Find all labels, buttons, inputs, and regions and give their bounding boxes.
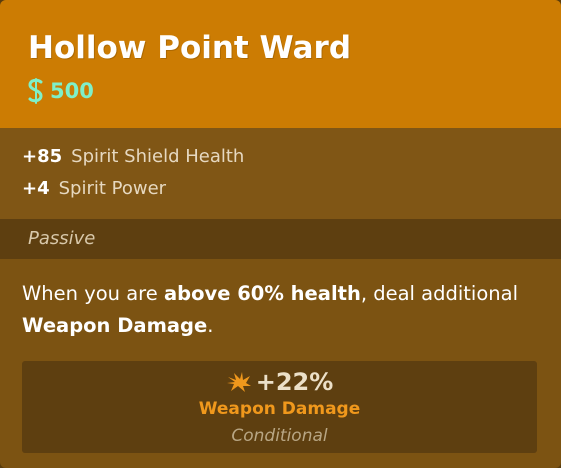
item-tooltip-card: Hollow Point Ward 500 +85 Spirit Shield H… <box>0 0 561 468</box>
desc-highlight: Weapon Damage <box>22 314 208 337</box>
desc-text: , deal additional <box>360 282 519 305</box>
effect-condition: Conditional <box>231 426 328 446</box>
effect-name: Weapon Damage <box>198 399 361 419</box>
effect-box: +22% Weapon Damage Conditional <box>22 361 537 453</box>
stat-row: +85 Spirit Shield Health <box>22 146 244 167</box>
stat-label: Spirit Power <box>58 178 167 199</box>
desc-text: When you are <box>22 282 164 305</box>
item-cost: 500 <box>27 77 94 105</box>
effect-value-row: +22% <box>22 367 537 397</box>
item-name: Hollow Point Ward <box>28 30 352 66</box>
stat-label: Spirit Shield Health <box>71 146 245 167</box>
souls-currency-icon <box>28 78 43 104</box>
effect-value: +22% <box>255 368 334 396</box>
passive-header: Passive <box>0 219 561 259</box>
item-cost-value: 500 <box>50 79 94 103</box>
passive-label: Passive <box>28 228 96 249</box>
weapon-damage-icon <box>226 372 251 392</box>
desc-highlight: above 60% health <box>163 282 361 305</box>
stat-value: +4 <box>22 178 50 199</box>
desc-text: . <box>207 314 214 337</box>
stat-value: +85 <box>22 146 63 167</box>
stat-row: +4 Spirit Power <box>22 178 166 199</box>
item-header: Hollow Point Ward 500 <box>0 0 561 128</box>
passive-description: When you are above 60% health, deal addi… <box>22 278 542 342</box>
item-stats: +85 Spirit Shield Health +4 Spirit Power <box>0 128 561 219</box>
